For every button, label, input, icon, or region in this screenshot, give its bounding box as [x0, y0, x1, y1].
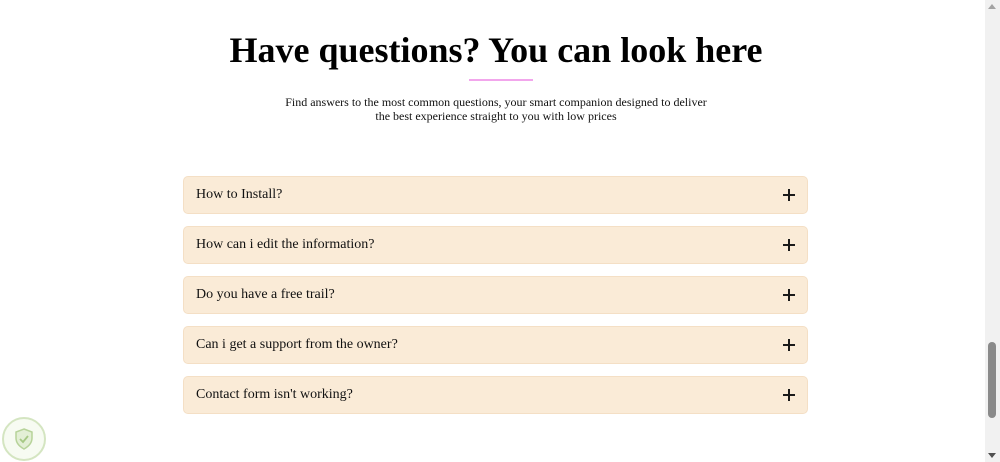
faq-question: Do you have a free trail? — [196, 287, 335, 302]
shield-check-icon[interactable] — [2, 417, 46, 461]
plus-icon[interactable] — [783, 389, 795, 401]
faq-question: Can i get a support from the owner? — [196, 337, 398, 352]
faq-question: How to Install? — [196, 187, 283, 202]
page-subtitle: Find answers to the most common question… — [285, 95, 707, 123]
vertical-scrollbar[interactable] — [985, 0, 1000, 462]
faq-item-edit-information[interactable]: How can i edit the information? — [183, 226, 808, 264]
shield-icon — [15, 428, 33, 450]
faq-question: Contact form isn't working? — [196, 387, 353, 402]
scrollbar-thumb[interactable] — [988, 342, 996, 418]
title-underline — [469, 79, 533, 81]
faq-section: Have questions? You can look here Find a… — [0, 0, 985, 462]
faq-item-support[interactable]: Can i get a support from the owner? — [183, 326, 808, 364]
plus-icon[interactable] — [783, 339, 795, 351]
plus-icon[interactable] — [783, 289, 795, 301]
faq-list: How to Install? How can i edit the infor… — [183, 176, 808, 426]
plus-icon[interactable] — [783, 189, 795, 201]
scroll-down-arrow-icon[interactable] — [988, 453, 996, 458]
faq-item-install[interactable]: How to Install? — [183, 176, 808, 214]
scroll-up-arrow-icon[interactable] — [988, 4, 996, 9]
faq-item-contact-form[interactable]: Contact form isn't working? — [183, 376, 808, 414]
page-title: Have questions? You can look here — [229, 30, 763, 70]
faq-question: How can i edit the information? — [196, 237, 375, 252]
faq-item-free-trail[interactable]: Do you have a free trail? — [183, 276, 808, 314]
plus-icon[interactable] — [783, 239, 795, 251]
